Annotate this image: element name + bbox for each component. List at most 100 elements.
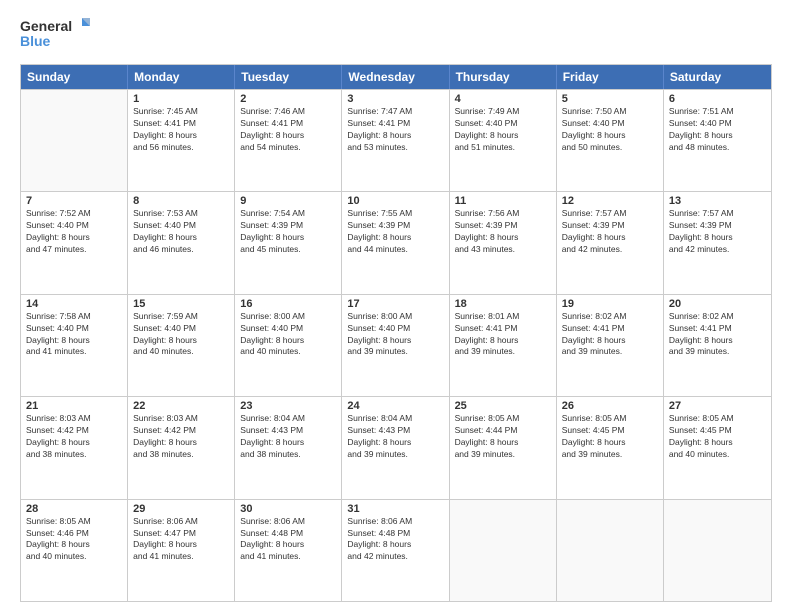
daylight-minutes: and 41 minutes. bbox=[240, 551, 336, 563]
daylight-minutes: and 39 minutes. bbox=[455, 346, 551, 358]
svg-text:Blue: Blue bbox=[20, 33, 51, 49]
sunset-text: Sunset: 4:39 PM bbox=[455, 220, 551, 232]
daylight-text: Daylight: 8 hours bbox=[669, 232, 766, 244]
day-number: 26 bbox=[562, 400, 658, 412]
daylight-minutes: and 40 minutes. bbox=[669, 449, 766, 461]
sunset-text: Sunset: 4:40 PM bbox=[26, 323, 122, 335]
sunset-text: Sunset: 4:41 PM bbox=[669, 323, 766, 335]
sunset-text: Sunset: 4:39 PM bbox=[562, 220, 658, 232]
cal-cell-14: 14 Sunrise: 7:58 AM Sunset: 4:40 PM Dayl… bbox=[21, 295, 128, 396]
cal-cell-7: 7 Sunrise: 7:52 AM Sunset: 4:40 PM Dayli… bbox=[21, 192, 128, 293]
cal-cell-11: 11 Sunrise: 7:56 AM Sunset: 4:39 PM Dayl… bbox=[450, 192, 557, 293]
daylight-minutes: and 51 minutes. bbox=[455, 142, 551, 154]
day-number: 14 bbox=[26, 298, 122, 310]
cal-cell-20: 20 Sunrise: 8:02 AM Sunset: 4:41 PM Dayl… bbox=[664, 295, 771, 396]
sunset-text: Sunset: 4:40 PM bbox=[669, 118, 766, 130]
sunrise-text: Sunrise: 8:05 AM bbox=[669, 413, 766, 425]
daylight-text: Daylight: 8 hours bbox=[347, 335, 443, 347]
daylight-text: Daylight: 8 hours bbox=[562, 335, 658, 347]
daylight-minutes: and 42 minutes. bbox=[669, 244, 766, 256]
header: General Blue bbox=[20, 16, 772, 54]
daylight-text: Daylight: 8 hours bbox=[347, 539, 443, 551]
daylight-minutes: and 39 minutes. bbox=[562, 449, 658, 461]
day-number: 30 bbox=[240, 503, 336, 515]
daylight-minutes: and 40 minutes. bbox=[26, 551, 122, 563]
sunset-text: Sunset: 4:40 PM bbox=[455, 118, 551, 130]
sunset-text: Sunset: 4:44 PM bbox=[455, 425, 551, 437]
sunset-text: Sunset: 4:40 PM bbox=[347, 323, 443, 335]
sunrise-text: Sunrise: 8:00 AM bbox=[347, 311, 443, 323]
sunrise-text: Sunrise: 8:06 AM bbox=[133, 516, 229, 528]
sunset-text: Sunset: 4:43 PM bbox=[240, 425, 336, 437]
calendar: SundayMondayTuesdayWednesdayThursdayFrid… bbox=[20, 64, 772, 602]
day-number: 20 bbox=[669, 298, 766, 310]
cal-cell-23: 23 Sunrise: 8:04 AM Sunset: 4:43 PM Dayl… bbox=[235, 397, 342, 498]
page: General Blue SundayMondayTuesdayWednesda… bbox=[0, 0, 792, 612]
sunrise-text: Sunrise: 8:03 AM bbox=[26, 413, 122, 425]
sunrise-text: Sunrise: 8:00 AM bbox=[240, 311, 336, 323]
sunset-text: Sunset: 4:48 PM bbox=[347, 528, 443, 540]
cal-cell-17: 17 Sunrise: 8:00 AM Sunset: 4:40 PM Dayl… bbox=[342, 295, 449, 396]
daylight-minutes: and 39 minutes. bbox=[347, 346, 443, 358]
cal-cell-12: 12 Sunrise: 7:57 AM Sunset: 4:39 PM Dayl… bbox=[557, 192, 664, 293]
sunrise-text: Sunrise: 8:03 AM bbox=[133, 413, 229, 425]
header-day-monday: Monday bbox=[128, 65, 235, 89]
day-number: 6 bbox=[669, 93, 766, 105]
daylight-text: Daylight: 8 hours bbox=[133, 539, 229, 551]
day-number: 21 bbox=[26, 400, 122, 412]
sunrise-text: Sunrise: 8:05 AM bbox=[562, 413, 658, 425]
sunset-text: Sunset: 4:40 PM bbox=[562, 118, 658, 130]
cal-cell-empty-6 bbox=[664, 500, 771, 601]
cal-cell-9: 9 Sunrise: 7:54 AM Sunset: 4:39 PM Dayli… bbox=[235, 192, 342, 293]
daylight-minutes: and 48 minutes. bbox=[669, 142, 766, 154]
daylight-text: Daylight: 8 hours bbox=[562, 130, 658, 142]
daylight-text: Daylight: 8 hours bbox=[133, 232, 229, 244]
daylight-text: Daylight: 8 hours bbox=[26, 437, 122, 449]
day-number: 24 bbox=[347, 400, 443, 412]
day-number: 5 bbox=[562, 93, 658, 105]
sunrise-text: Sunrise: 8:04 AM bbox=[347, 413, 443, 425]
sunset-text: Sunset: 4:45 PM bbox=[562, 425, 658, 437]
cal-cell-19: 19 Sunrise: 8:02 AM Sunset: 4:41 PM Dayl… bbox=[557, 295, 664, 396]
day-number: 2 bbox=[240, 93, 336, 105]
cal-cell-21: 21 Sunrise: 8:03 AM Sunset: 4:42 PM Dayl… bbox=[21, 397, 128, 498]
header-day-sunday: Sunday bbox=[21, 65, 128, 89]
daylight-text: Daylight: 8 hours bbox=[347, 130, 443, 142]
day-number: 3 bbox=[347, 93, 443, 105]
cal-cell-31: 31 Sunrise: 8:06 AM Sunset: 4:48 PM Dayl… bbox=[342, 500, 449, 601]
cal-cell-10: 10 Sunrise: 7:55 AM Sunset: 4:39 PM Dayl… bbox=[342, 192, 449, 293]
day-number: 4 bbox=[455, 93, 551, 105]
daylight-minutes: and 38 minutes. bbox=[26, 449, 122, 461]
cal-cell-5: 5 Sunrise: 7:50 AM Sunset: 4:40 PM Dayli… bbox=[557, 90, 664, 191]
day-number: 8 bbox=[133, 195, 229, 207]
sunrise-text: Sunrise: 8:06 AM bbox=[347, 516, 443, 528]
daylight-minutes: and 39 minutes. bbox=[455, 449, 551, 461]
day-number: 28 bbox=[26, 503, 122, 515]
daylight-text: Daylight: 8 hours bbox=[669, 335, 766, 347]
cal-cell-4: 4 Sunrise: 7:49 AM Sunset: 4:40 PM Dayli… bbox=[450, 90, 557, 191]
daylight-minutes: and 56 minutes. bbox=[133, 142, 229, 154]
daylight-text: Daylight: 8 hours bbox=[240, 335, 336, 347]
day-number: 25 bbox=[455, 400, 551, 412]
logo-svg: General Blue bbox=[20, 16, 90, 54]
sunrise-text: Sunrise: 7:56 AM bbox=[455, 208, 551, 220]
daylight-minutes: and 41 minutes. bbox=[133, 551, 229, 563]
day-number: 9 bbox=[240, 195, 336, 207]
daylight-text: Daylight: 8 hours bbox=[133, 437, 229, 449]
sunset-text: Sunset: 4:40 PM bbox=[133, 220, 229, 232]
sunrise-text: Sunrise: 7:57 AM bbox=[562, 208, 658, 220]
header-day-friday: Friday bbox=[557, 65, 664, 89]
header-day-wednesday: Wednesday bbox=[342, 65, 449, 89]
calendar-row-3: 14 Sunrise: 7:58 AM Sunset: 4:40 PM Dayl… bbox=[21, 294, 771, 396]
cal-cell-18: 18 Sunrise: 8:01 AM Sunset: 4:41 PM Dayl… bbox=[450, 295, 557, 396]
sunrise-text: Sunrise: 7:57 AM bbox=[669, 208, 766, 220]
sunrise-text: Sunrise: 7:53 AM bbox=[133, 208, 229, 220]
sunset-text: Sunset: 4:39 PM bbox=[347, 220, 443, 232]
daylight-minutes: and 47 minutes. bbox=[26, 244, 122, 256]
sunset-text: Sunset: 4:43 PM bbox=[347, 425, 443, 437]
cal-cell-6: 6 Sunrise: 7:51 AM Sunset: 4:40 PM Dayli… bbox=[664, 90, 771, 191]
day-number: 7 bbox=[26, 195, 122, 207]
cal-cell-24: 24 Sunrise: 8:04 AM Sunset: 4:43 PM Dayl… bbox=[342, 397, 449, 498]
cal-cell-empty-5 bbox=[557, 500, 664, 601]
sunset-text: Sunset: 4:45 PM bbox=[669, 425, 766, 437]
